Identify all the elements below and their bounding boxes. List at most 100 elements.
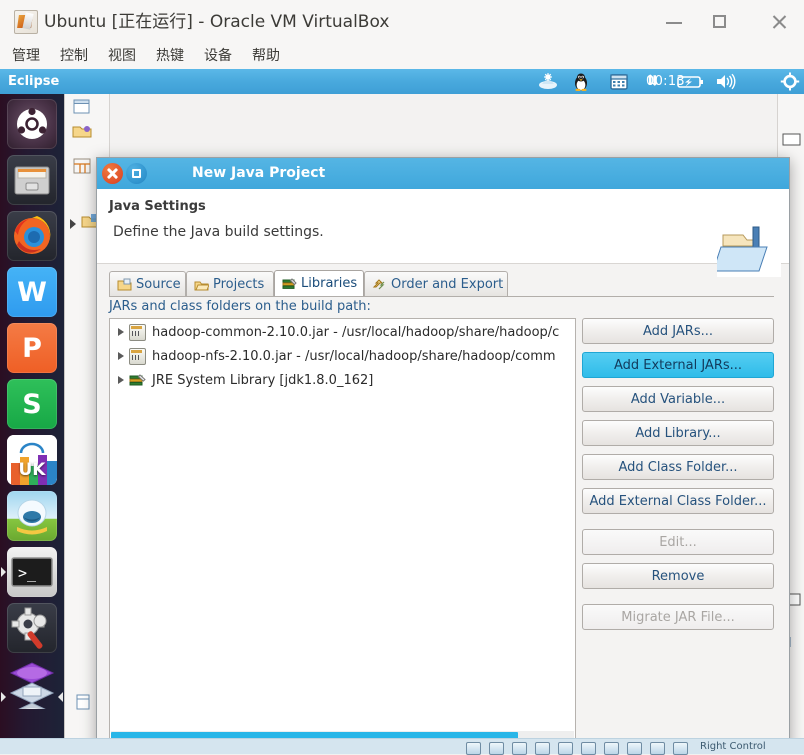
tab-label: Projects (213, 276, 265, 292)
add-class-folder-button[interactable]: Add Class Folder... (582, 454, 774, 480)
wps-writer-icon: W (17, 276, 47, 308)
recording-icon[interactable] (627, 742, 642, 755)
usb-icon[interactable] (558, 742, 573, 755)
tab-projects[interactable]: Projects (186, 271, 274, 296)
shared-folder-icon[interactable] (581, 742, 596, 755)
menu-view[interactable]: 视图 (104, 46, 140, 67)
add-jars-button[interactable]: Add JARs... (582, 318, 774, 344)
running-indicator (1, 567, 6, 577)
launcher-item-ubuntu-software[interactable]: UK (7, 435, 57, 485)
dialog-header: Java Settings Define the Java build sett… (97, 189, 789, 277)
list-item-label: hadoop-common-2.10.0.jar - /usr/local/ha… (152, 324, 560, 340)
workspace-switcher-icon (9, 662, 55, 709)
tab-label: Libraries (301, 276, 358, 291)
add-external-jars-button[interactable]: Add External JARs... (582, 352, 774, 378)
virtualbox-vm-icon (14, 10, 38, 34)
dialog-tabs: Source Projects Libraries Order and Expo… (109, 270, 774, 297)
eclipse-toolbar-icon (73, 99, 90, 114)
order-export-icon (372, 278, 387, 291)
virtualbox-menubar: 管理 控制 视图 热键 设备 帮助 (0, 44, 804, 69)
menu-help[interactable]: 帮助 (248, 46, 284, 67)
menu-devices[interactable]: 设备 (200, 46, 236, 67)
menu-control[interactable]: 控制 (56, 46, 92, 67)
maximize-icon[interactable] (126, 163, 147, 184)
volume-icon[interactable] (714, 72, 738, 91)
ubuntu-logo-icon (17, 107, 47, 139)
tree-expand-arrow-icon[interactable] (118, 352, 124, 360)
launcher-item-workspace-switcher[interactable] (7, 659, 57, 709)
virtualbox-window: Ubuntu [正在运行] - Oracle VM VirtualBox 管理 … (0, 0, 804, 755)
jar-icon (129, 347, 146, 365)
floppy-icon[interactable] (512, 742, 527, 755)
migrate-jar-file-button: Migrate JAR File... (582, 604, 774, 630)
software-center-icon (17, 499, 47, 535)
optical-disk-icon[interactable] (489, 742, 504, 755)
edit-button: Edit... (582, 529, 774, 555)
hard-disk-icon[interactable] (466, 742, 481, 755)
firefox-icon (14, 216, 51, 254)
libraries-books-icon (282, 277, 297, 290)
terminal-icon: >_ (11, 557, 53, 587)
list-item[interactable]: hadoop-common-2.10.0.jar - /usr/local/ha… (110, 321, 575, 343)
workspace-running-indicator (1, 692, 6, 702)
tab-order-and-export[interactable]: Order and Export (364, 271, 508, 296)
tree-expand-arrow-icon[interactable] (118, 376, 124, 384)
source-folder-icon (117, 278, 132, 291)
launcher-item-system-settings[interactable] (7, 603, 57, 653)
tree-expand-arrow-icon[interactable] (70, 219, 76, 229)
list-item[interactable]: hadoop-nfs-2.10.0.jar - /usr/local/hadoo… (110, 345, 575, 367)
close-icon[interactable] (102, 163, 123, 184)
launcher-item-files[interactable] (7, 155, 57, 205)
host-key-label: Right Control (700, 741, 766, 752)
calendar-icon[interactable] (608, 72, 630, 91)
menu-manage[interactable]: 管理 (8, 46, 44, 67)
launcher-item-dash-home[interactable] (7, 99, 57, 149)
panel-clock[interactable]: 00:13 (646, 73, 685, 91)
maximize-icon[interactable] (706, 8, 734, 36)
java-project-wizard-icon (717, 221, 781, 277)
eclipse-outline-icon (782, 133, 801, 146)
add-variable-button[interactable]: Add Variable... (582, 386, 774, 412)
file-manager-icon (14, 166, 50, 195)
tab-libraries[interactable]: Libraries (274, 270, 364, 296)
launcher-item-wps-writer[interactable]: W (7, 267, 57, 317)
system-settings-icon (11, 607, 47, 649)
menu-hotkeys[interactable]: 热键 (152, 46, 188, 67)
remove-button[interactable]: Remove (582, 563, 774, 589)
build-path-list[interactable]: hadoop-common-2.10.0.jar - /usr/local/ha… (109, 318, 576, 738)
launcher-item-software-center[interactable] (7, 491, 57, 541)
tab-source[interactable]: Source (109, 271, 186, 296)
virtualbox-statusbar: Right Control (0, 738, 804, 755)
tux-icon[interactable] (570, 72, 592, 92)
unity-launcher: W P S UK >_ (0, 94, 65, 738)
guest-screen: Eclipse 00:13 W P S UK >_ New Java Proje… (0, 69, 804, 738)
add-external-class-folder-button[interactable]: Add External Class Folder... (582, 488, 774, 514)
projects-folder-icon (194, 278, 210, 291)
launcher-item-wps-presentation[interactable]: P (7, 323, 57, 373)
minimize-icon[interactable] (660, 8, 688, 36)
close-icon[interactable] (764, 8, 792, 36)
network-icon[interactable] (535, 742, 550, 755)
page-title: Java Settings (109, 199, 206, 214)
wps-presentation-icon: P (22, 332, 42, 364)
dialog-title: New Java Project (192, 165, 326, 181)
launcher-item-wps-spreadsheet[interactable]: S (7, 379, 57, 429)
page-subtitle: Define the Java build settings. (113, 224, 324, 240)
tab-label: Order and Export (391, 276, 504, 292)
tab-underline (109, 296, 774, 297)
tab-label: Source (136, 276, 181, 292)
display-icon[interactable] (604, 742, 619, 755)
list-item-label: JRE System Library [jdk1.8.0_162] (152, 372, 374, 388)
horizontal-scrollbar[interactable] (111, 731, 574, 738)
add-library-button[interactable]: Add Library... (582, 420, 774, 446)
power-gear-icon[interactable] (780, 72, 800, 91)
wps-spreadsheet-icon: S (22, 388, 42, 420)
tree-expand-arrow-icon[interactable] (118, 328, 124, 336)
launcher-item-terminal[interactable]: >_ (7, 547, 57, 597)
bluetooth-icon[interactable] (537, 72, 559, 91)
launcher-item-firefox[interactable] (7, 211, 57, 261)
mouse-icon[interactable] (650, 742, 665, 755)
window-title: Ubuntu [正在运行] - Oracle VM VirtualBox (44, 12, 390, 32)
list-item[interactable]: JRE System Library [jdk1.8.0_162] (110, 369, 575, 391)
keyboard-icon[interactable] (673, 742, 688, 755)
